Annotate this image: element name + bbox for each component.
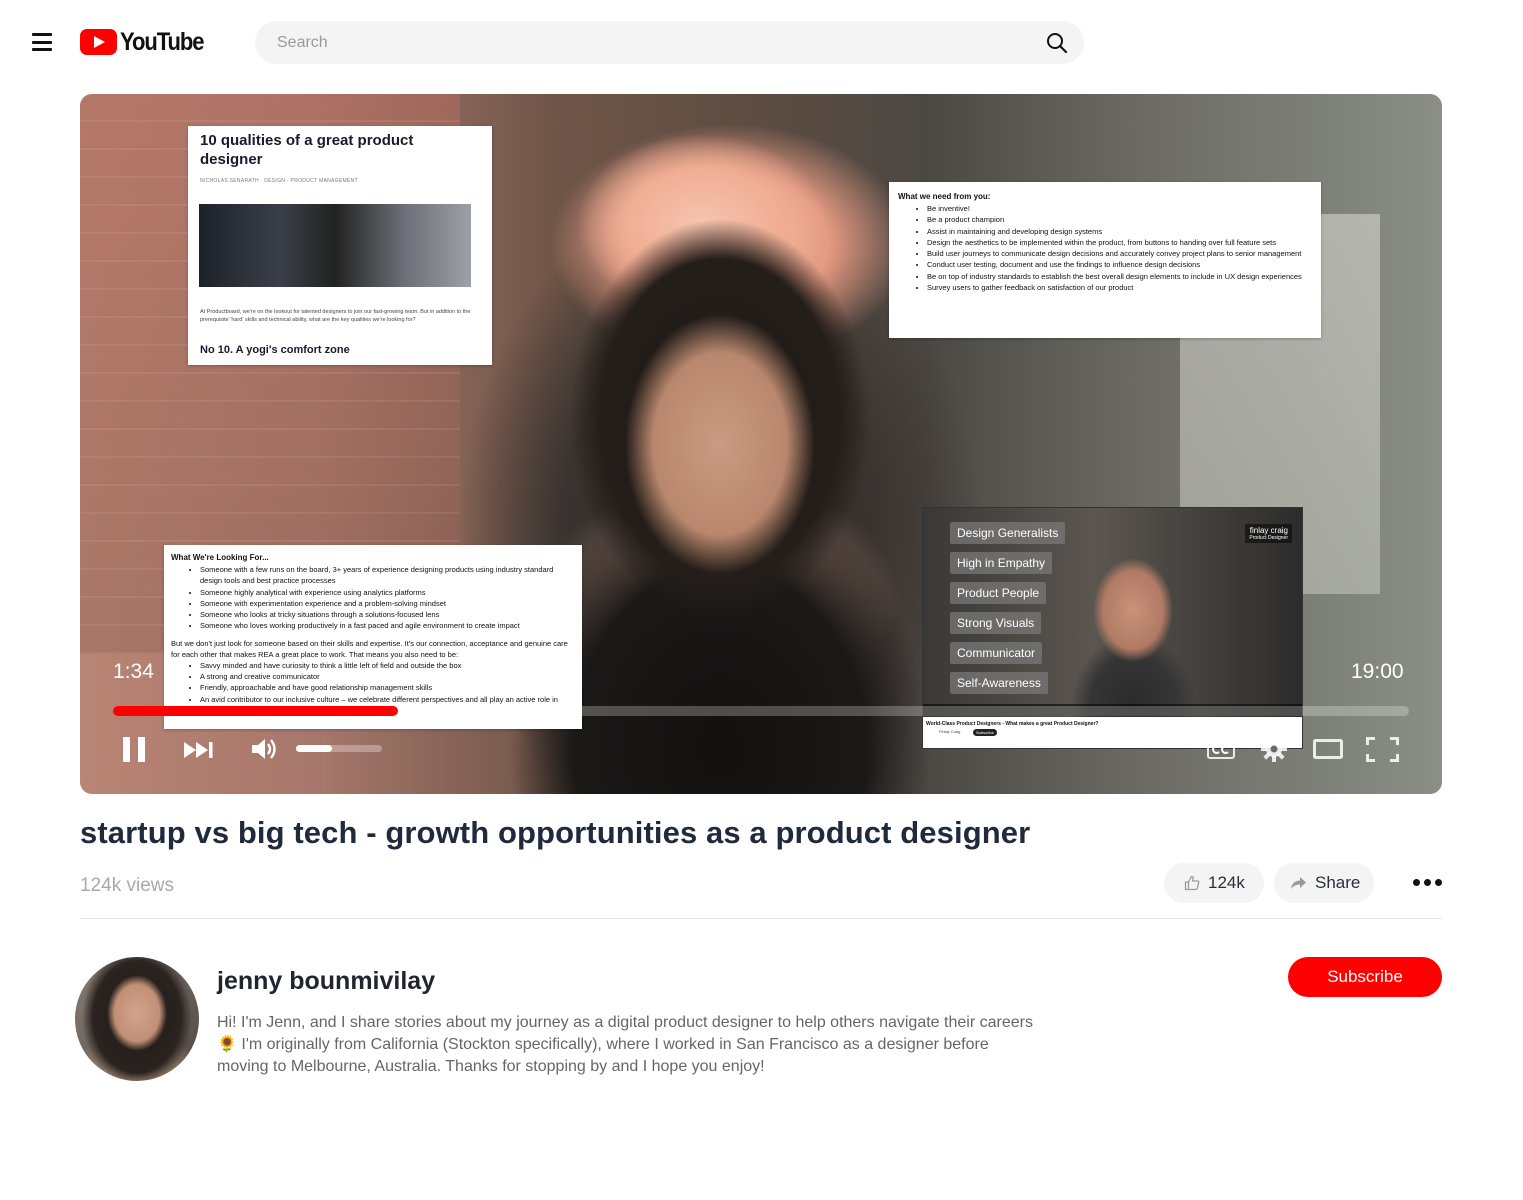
- list-item: Conduct user testing, document and use t…: [927, 259, 1312, 270]
- list-item: Someone who loves working productively i…: [200, 620, 575, 631]
- video-player[interactable]: 10 qualities of a great product designer…: [80, 94, 1442, 794]
- embedded-tag: High in Empathy: [950, 552, 1053, 574]
- channel-avatar[interactable]: [75, 957, 199, 1081]
- embedded-video-tags: Design Generalists High in Empathy Produ…: [950, 522, 1066, 702]
- overlay-looking-card: What We're Looking For... Someone with a…: [164, 545, 582, 729]
- volume-icon[interactable]: [250, 736, 278, 762]
- progress-fill: [113, 706, 399, 716]
- like-button[interactable]: 124k: [1164, 863, 1264, 903]
- duration: 19:00: [1351, 660, 1404, 683]
- search-icon[interactable]: [1046, 32, 1068, 54]
- overlay-looking-heading: What We're Looking For...: [171, 553, 269, 562]
- list-item: Assist in maintaining and developing des…: [927, 226, 1312, 237]
- overlay-article-meta: NICHOLAS SENARATH · DESIGN · PRODUCT MAN…: [200, 178, 358, 184]
- share-arrow-icon: [1291, 877, 1306, 889]
- list-item: Savvy minded and have curiosity to think…: [200, 660, 575, 671]
- embedded-role: Product Designer: [1249, 535, 1288, 541]
- menu-icon[interactable]: [32, 33, 52, 51]
- captions-icon[interactable]: [1207, 739, 1235, 759]
- list-item: Design the aesthetics to be implemented …: [927, 237, 1312, 248]
- embedded-name-tag: finlay craig Product Designer: [1245, 524, 1292, 543]
- embedded-title: World-Class Product Designers - What mak…: [926, 721, 1099, 727]
- embedded-channel: Finlay Craig: [939, 729, 961, 734]
- section-divider: [80, 918, 1442, 919]
- list-item: Someone who looks at tricky situations t…: [200, 609, 575, 620]
- overlay-looking-paragraph: But we don't just look for someone based…: [171, 638, 568, 659]
- list-item: Someone with experimentation experience …: [200, 598, 575, 609]
- progress-bar[interactable]: [113, 706, 1409, 716]
- youtube-logo[interactable]: YouTube: [80, 28, 215, 56]
- embedded-info-bar: World-Class Product Designers - What mak…: [923, 717, 1302, 748]
- search-bar: [255, 21, 1084, 64]
- embedded-tag: Product People: [950, 582, 1047, 604]
- embedded-tag: Strong Visuals: [950, 612, 1042, 634]
- list-item: Someone highly analytical with experienc…: [200, 587, 575, 598]
- play-logo-icon: [80, 29, 117, 55]
- search-input[interactable]: [277, 21, 1017, 64]
- overlay-needs-heading: What we need from you:: [898, 192, 991, 201]
- list-item: Be inventive!: [927, 203, 1312, 214]
- theater-mode-icon[interactable]: [1313, 739, 1343, 759]
- embedded-tag: Self-Awareness: [950, 672, 1048, 694]
- like-count: 124k: [1208, 873, 1245, 892]
- more-options-icon[interactable]: [1413, 879, 1443, 887]
- overlay-article-photo: [199, 204, 471, 287]
- current-time: 1:34: [113, 660, 154, 683]
- volume-fill: [296, 745, 333, 752]
- volume-slider[interactable]: [296, 745, 382, 752]
- share-button[interactable]: Share: [1274, 863, 1374, 903]
- pause-icon[interactable]: [123, 737, 145, 762]
- video-title: startup vs big tech - growth opportuniti…: [80, 815, 1031, 850]
- top-bar: YouTube: [0, 0, 1523, 84]
- logo-text: YouTube: [120, 27, 205, 56]
- overlay-article-body: At Productboard, we're on the lookout fo…: [200, 309, 471, 323]
- list-item: Survey users to gather feedback on satis…: [927, 282, 1312, 293]
- list-item: Be on top of industry standards to estab…: [927, 271, 1312, 282]
- list-item: Be a product champion: [927, 214, 1312, 225]
- fullscreen-icon[interactable]: [1366, 737, 1399, 762]
- list-item: Friendly, approachable and have good rel…: [200, 682, 575, 693]
- overlay-needs-list: Be inventive! Be a product champion Assi…: [898, 203, 1312, 293]
- overlay-article-title: 10 qualities of a great product designer: [200, 132, 414, 168]
- list-item: A strong and creative communicator: [200, 671, 575, 682]
- embedded-tag: Communicator: [950, 642, 1043, 664]
- next-icon[interactable]: [184, 740, 214, 760]
- channel-description: Hi! I'm Jenn, and I share stories about …: [217, 1014, 1033, 1075]
- overlay-looking-list: Someone with a few runs on the board, 3+…: [171, 564, 575, 632]
- embedded-tag: Design Generalists: [950, 522, 1066, 544]
- overlay-article-card: 10 qualities of a great product designer…: [188, 126, 492, 365]
- overlay-needs-card: What we need from you: Be inventive! Be …: [889, 182, 1321, 338]
- channel-name[interactable]: jenny bounmivilay: [217, 967, 435, 996]
- embedded-name: finlay craig: [1249, 526, 1288, 535]
- overlay-article-subheading: No 10. A yogi's comfort zone: [200, 344, 350, 356]
- list-item: Build user journeys to communicate desig…: [927, 248, 1312, 259]
- embedded-video-presenter: [1073, 538, 1193, 718]
- subscribe-button[interactable]: Subscribe: [1288, 957, 1442, 997]
- embedded-subscribe: Subscribe: [973, 729, 997, 736]
- share-label: Share: [1315, 873, 1361, 892]
- view-count: 124k views: [80, 875, 174, 896]
- thumbs-up-icon: [1184, 875, 1200, 891]
- list-item: Someone with a few runs on the board, 3+…: [200, 564, 575, 587]
- gear-icon[interactable]: [1260, 735, 1288, 763]
